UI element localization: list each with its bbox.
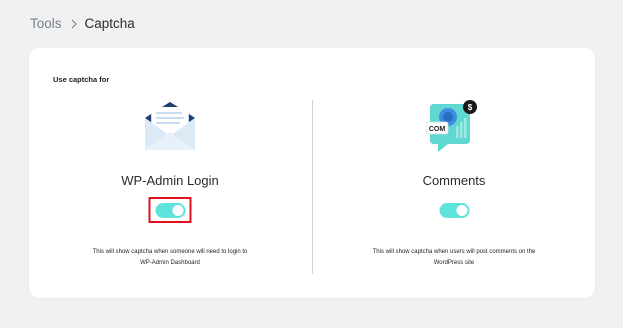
option-wp-admin-login: WP-Admin Login This will show captcha wh…: [29, 48, 311, 298]
chevron-right-icon: [71, 19, 77, 28]
com-label: COM: [429, 126, 446, 133]
dollar-badge: $: [468, 103, 473, 112]
toggle-highlight-box: [148, 197, 192, 223]
option-description-wp-admin-login: This will show captcha when someone will…: [92, 249, 248, 266]
toggle-container: [433, 197, 476, 223]
envelope-icon: [145, 102, 195, 150]
comments-toggle[interactable]: [439, 202, 469, 218]
toggle-knob: [456, 204, 467, 216]
option-description-comments: This will show captcha when users will p…: [372, 249, 536, 266]
breadcrumb-tools-link[interactable]: Tools: [30, 16, 62, 31]
option-comments: COM $ Comments This will show captcha wh…: [313, 48, 595, 298]
toggle-knob: [172, 204, 183, 216]
wp-admin-login-toggle[interactable]: [155, 202, 185, 218]
breadcrumb-current: Captcha: [84, 16, 135, 31]
option-label-wp-admin-login: WP-Admin Login: [121, 173, 219, 188]
breadcrumb: Tools Captcha: [30, 16, 135, 31]
option-label-comments: Comments: [422, 173, 486, 188]
comments-chat-icon: COM $: [426, 100, 477, 152]
captcha-settings-card: Use captcha for WP-Admin Login This will…: [29, 48, 595, 298]
